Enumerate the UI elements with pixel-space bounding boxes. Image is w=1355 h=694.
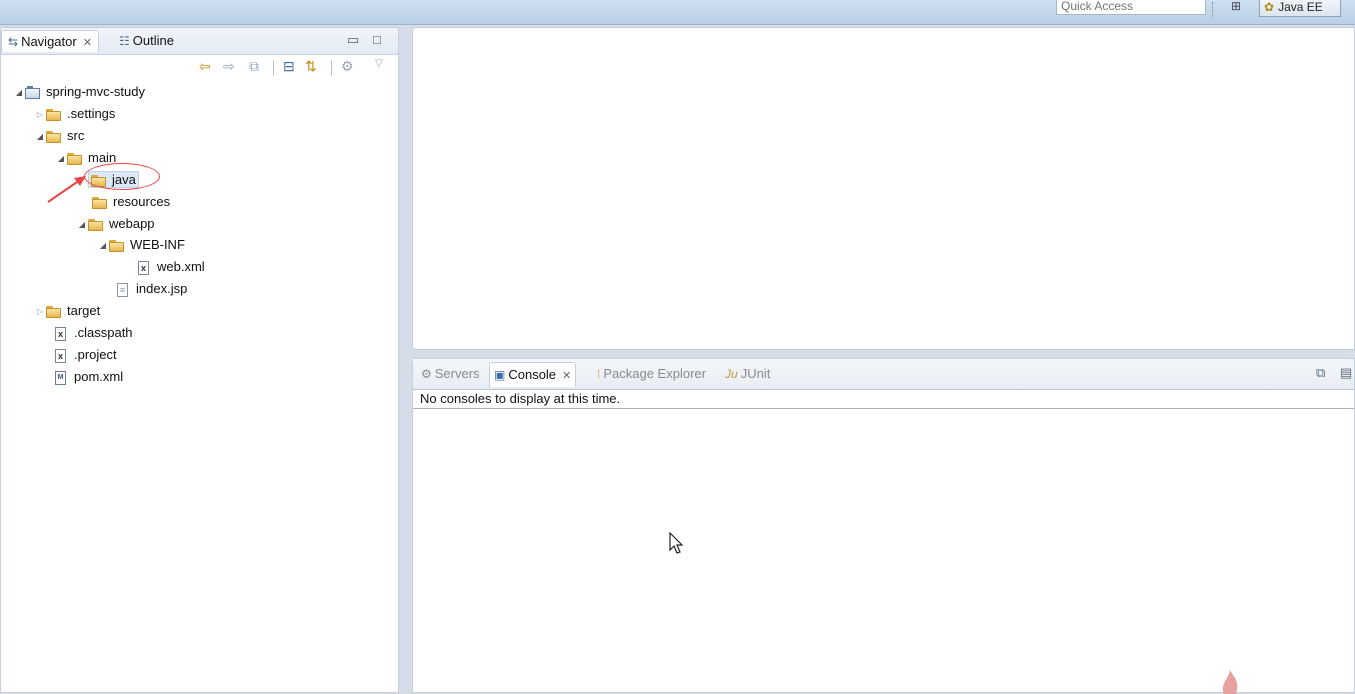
- tree-item-label: web.xml: [157, 259, 205, 274]
- tree-item-classpath[interactable]: x .classpath: [55, 323, 133, 343]
- tab-junit[interactable]: Ju JUnit: [721, 362, 774, 386]
- perspective-java-ee-button[interactable]: ✿ Java EE: [1259, 0, 1341, 17]
- open-perspective-icon[interactable]: ⊞: [1228, 0, 1244, 15]
- tab-navigator-label: Navigator: [21, 34, 77, 49]
- tab-console-label: Console: [508, 367, 557, 382]
- tree-item-label: resources: [113, 194, 171, 209]
- tree-item-web-xml[interactable]: x web.xml: [138, 257, 205, 277]
- jsp-file-icon: ≡: [117, 282, 128, 297]
- close-icon[interactable]: ✕: [562, 370, 571, 382]
- console-panel: ⚙ Servers ▣ Console ✕ ⁞ Package Explorer Ju J…: [412, 358, 1355, 693]
- folder-icon: [92, 196, 108, 209]
- tree-item-src[interactable]: ◢ src: [34, 126, 84, 146]
- tab-servers-label: Servers: [434, 366, 480, 381]
- folder-icon: [88, 218, 104, 231]
- folder-icon: [46, 305, 62, 318]
- tree-item-label: target: [67, 303, 101, 318]
- tree-item-resources[interactable]: resources: [92, 192, 170, 212]
- watermark-logo-icon: [1222, 670, 1238, 694]
- expanded-arrow-icon[interactable]: ◢: [34, 127, 46, 147]
- console-tab-bar: ⚙ Servers ▣ Console ✕ ⁞ Package Explorer Ju J…: [413, 359, 1354, 390]
- tree-item-web-inf[interactable]: ◢ WEB-INF: [97, 235, 185, 255]
- folder-icon: [109, 239, 125, 252]
- divider: [413, 408, 1354, 409]
- open-console-icon[interactable]: ⧉: [1316, 365, 1325, 381]
- xml-file-icon: x: [55, 348, 66, 363]
- tab-outline-label: Outline: [132, 33, 174, 48]
- navigator-icon: ⇆: [8, 35, 19, 49]
- expanded-arrow-icon[interactable]: ◢: [13, 83, 25, 103]
- servers-icon: ⚙: [421, 367, 432, 381]
- editor-area[interactable]: [412, 27, 1355, 350]
- toolbar-separator: [1212, 2, 1215, 18]
- tree-item-label: pom.xml: [74, 369, 124, 384]
- navigator-toolbar: ⇦ ⇨ ⧉ ⊟ ⇅ ⚙ ▽: [1, 58, 398, 78]
- tree-item-webapp[interactable]: ◢ webapp: [76, 214, 155, 234]
- tab-navigator[interactable]: ⇆ Navigator ✕: [1, 30, 99, 52]
- tab-outline[interactable]: ☷ Outline: [113, 30, 180, 52]
- xml-file-icon: x: [55, 326, 66, 341]
- tree-item-target[interactable]: ▷ target: [34, 301, 100, 321]
- tree-item-label: .project: [74, 347, 117, 362]
- tree-item-label: WEB-INF: [130, 237, 185, 252]
- annotation-circle: [84, 163, 160, 190]
- collapsed-arrow-icon[interactable]: ▷: [34, 105, 46, 125]
- console-icon: ▣: [494, 368, 506, 382]
- tree-item-label: src: [67, 128, 85, 143]
- expanded-arrow-icon[interactable]: ◢: [97, 236, 109, 256]
- tab-package-explorer-label: Package Explorer: [603, 366, 706, 381]
- maven-file-icon: M: [55, 370, 66, 385]
- expanded-arrow-icon[interactable]: ◢: [76, 215, 88, 235]
- package-explorer-icon: ⁞: [597, 367, 601, 381]
- forward-icon[interactable]: ⇨: [223, 58, 235, 75]
- tree-item-pom-xml[interactable]: Mpom.xml: [55, 367, 123, 387]
- close-icon[interactable]: ✕: [83, 37, 92, 49]
- tree-item-label: spring-mvc-study: [46, 84, 145, 99]
- collapse-all-icon[interactable]: ⊟: [283, 58, 295, 75]
- tree-item-label: webapp: [109, 216, 155, 231]
- folder-icon: [46, 130, 62, 143]
- navigator-panel: ⇆ Navigator ✕ ☷ Outline ▭ □ ⇦ ⇨ ⧉ ⊟ ⇅ ⚙ ▽ ◢…: [0, 27, 399, 693]
- folder-icon: [67, 152, 83, 165]
- tab-servers[interactable]: ⚙ Servers: [417, 362, 484, 386]
- maximize-icon[interactable]: □: [373, 32, 381, 47]
- console-message: No consoles to display at this time.: [420, 391, 621, 406]
- tree-item-project[interactable]: ◢ spring-mvc-study: [13, 82, 145, 102]
- display-console-icon[interactable]: ▤: [1340, 365, 1352, 381]
- tab-junit-label: JUnit: [740, 366, 771, 381]
- folder-icon: [46, 108, 62, 121]
- quick-access-input[interactable]: [1056, 0, 1206, 15]
- java-ee-perspective-icon: ✿: [1264, 0, 1275, 14]
- main-toolbar: ⊞ ✿Java EE: [0, 0, 1355, 25]
- collapsed-arrow-icon[interactable]: ▷: [34, 302, 46, 322]
- back-icon[interactable]: ⇦: [199, 58, 211, 75]
- filter-icon[interactable]: ⚙: [341, 58, 354, 75]
- mouse-cursor-icon: [669, 532, 684, 554]
- tree-item-project-file[interactable]: x .project: [55, 345, 117, 365]
- annotation-arrow-icon: [47, 176, 86, 203]
- tab-console[interactable]: ▣ Console ✕: [489, 362, 577, 387]
- tab-package-explorer[interactable]: ⁞ Package Explorer: [593, 362, 710, 386]
- perspective-label: Java EE: [1278, 0, 1323, 14]
- view-menu-icon[interactable]: ▽: [375, 58, 383, 69]
- up-icon[interactable]: ⧉: [249, 58, 259, 75]
- outline-icon: ☷: [119, 34, 130, 48]
- project-icon: [25, 85, 41, 100]
- junit-icon: Ju: [725, 367, 738, 381]
- minimize-icon[interactable]: ▭: [347, 32, 359, 48]
- tree-item-settings[interactable]: ▷ .settings: [34, 104, 116, 125]
- navigator-tab-bar: ⇆ Navigator ✕ ☷ Outline ▭ □: [1, 28, 398, 55]
- tree-item-label: .settings: [67, 106, 116, 121]
- link-with-editor-icon[interactable]: ⇅: [305, 58, 317, 75]
- tree-item-index-jsp[interactable]: ≡ index.jsp: [117, 279, 187, 299]
- tree-item-label: index.jsp: [136, 281, 188, 296]
- toolbar-separator: [273, 60, 274, 76]
- tree-item-label: .classpath: [74, 325, 133, 340]
- xml-file-icon: x: [138, 260, 149, 275]
- toolbar-separator: [331, 60, 332, 76]
